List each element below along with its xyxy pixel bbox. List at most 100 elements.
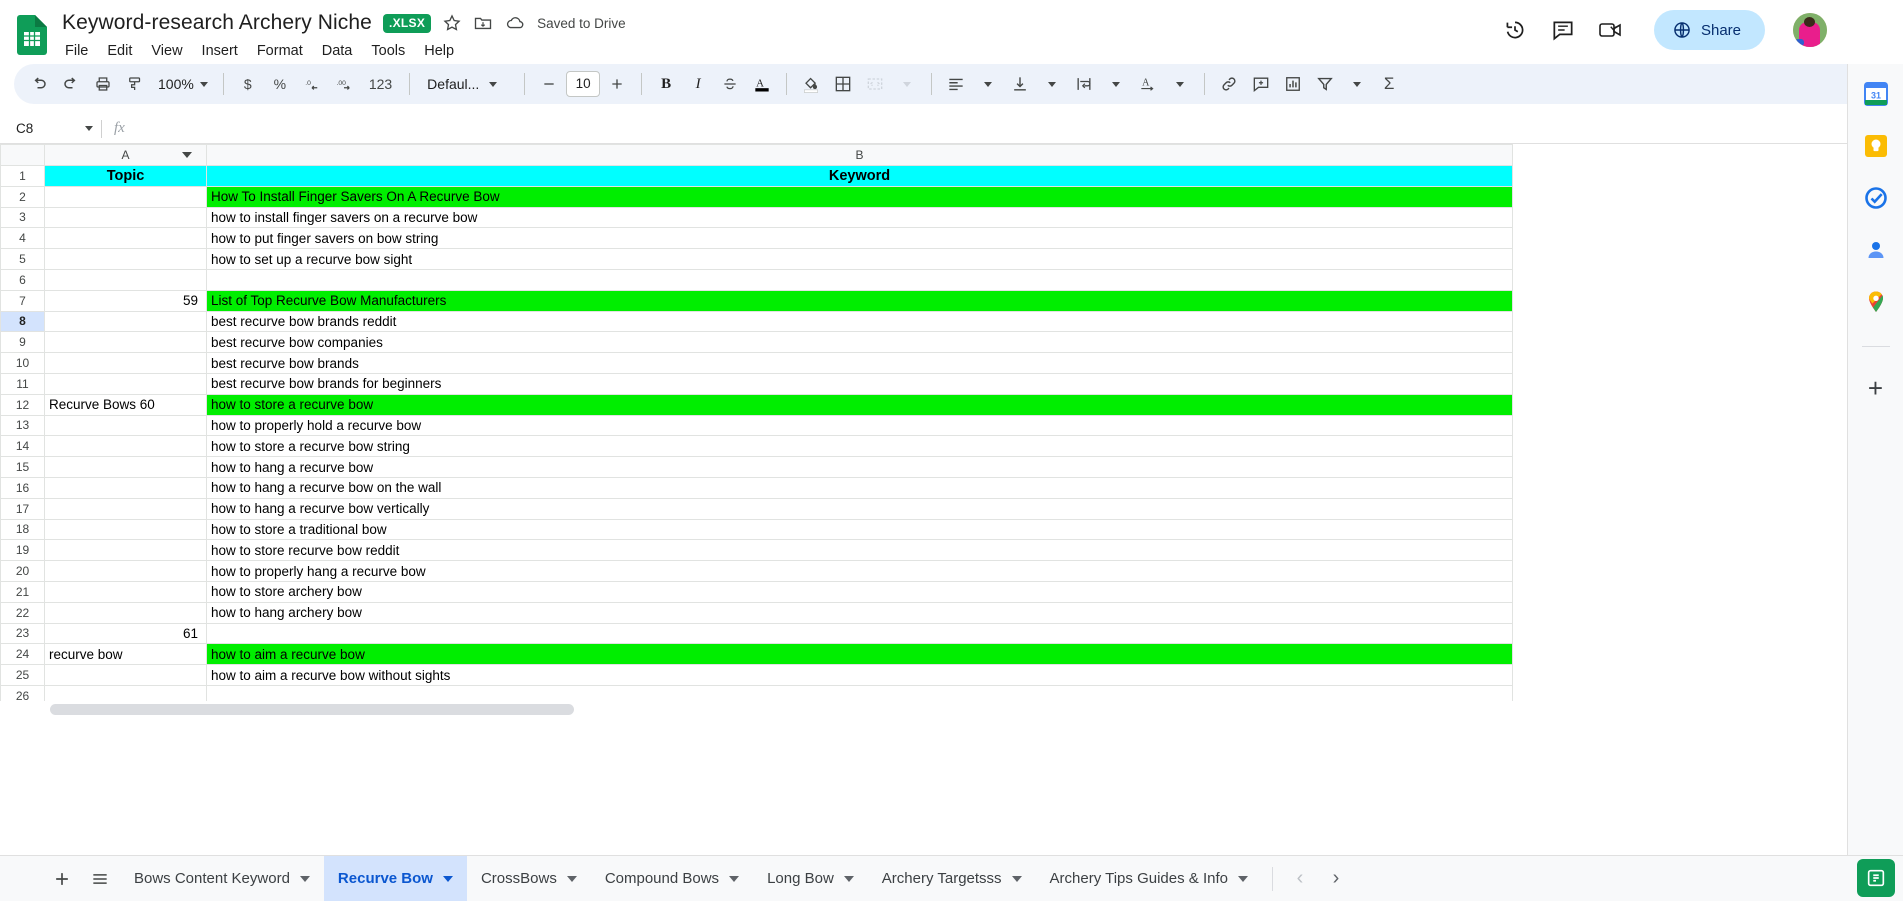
- cell-b8[interactable]: best recurve bow brands reddit: [206, 310, 1513, 333]
- row-header[interactable]: 16: [0, 476, 45, 499]
- menu-tools[interactable]: Tools: [362, 40, 414, 62]
- cell-a1[interactable]: Topic: [44, 165, 207, 187]
- cell-b9[interactable]: best recurve bow companies: [206, 331, 1513, 354]
- increase-font-size-button[interactable]: [602, 69, 632, 99]
- row-header[interactable]: 15: [0, 456, 45, 478]
- sheet-tab-crossbows[interactable]: CrossBows: [467, 856, 591, 901]
- cell-a20[interactable]: [44, 560, 207, 582]
- google-tasks-icon[interactable]: [1862, 184, 1890, 212]
- horizontal-scrollbar[interactable]: ◀ ▶: [0, 701, 1903, 717]
- increase-decimal-button[interactable]: .00: [329, 69, 359, 99]
- google-keep-icon[interactable]: [1862, 132, 1890, 160]
- cell-a26[interactable]: [44, 684, 207, 701]
- row-header[interactable]: 4: [0, 227, 45, 250]
- percent-format-button[interactable]: %: [265, 69, 295, 99]
- insert-link-icon[interactable]: [1214, 69, 1244, 99]
- decrease-font-size-button[interactable]: [534, 69, 564, 99]
- menu-edit[interactable]: Edit: [98, 40, 141, 62]
- explore-button[interactable]: [1857, 859, 1895, 897]
- row-header[interactable]: 24: [0, 643, 45, 666]
- row-header[interactable]: 7: [0, 289, 45, 312]
- functions-button[interactable]: Σ: [1374, 69, 1404, 99]
- cell-a19[interactable]: [44, 539, 207, 562]
- cell-a3[interactable]: [44, 206, 207, 229]
- previous-sheets-arrow-icon[interactable]: ‹: [1283, 862, 1317, 896]
- sheet-tab-archery-targetsss[interactable]: Archery Targetsss: [868, 856, 1036, 901]
- zoom-selector[interactable]: 100%: [152, 76, 214, 92]
- sheet-tab-chevron-down-icon[interactable]: [729, 875, 740, 882]
- currency-format-button[interactable]: $: [233, 69, 263, 99]
- cell-b12[interactable]: how to store a recurve bow: [206, 393, 1513, 416]
- cell-b16[interactable]: how to hang a recurve bow on the wall: [206, 476, 1513, 499]
- row-header[interactable]: 23: [0, 622, 45, 645]
- align-chevron-down-icon[interactable]: [973, 69, 1003, 99]
- cell-b11[interactable]: best recurve bow brands for beginners: [206, 372, 1513, 395]
- row-header[interactable]: 3: [0, 206, 45, 229]
- cell-b17[interactable]: how to hang a recurve bow vertically: [206, 497, 1513, 520]
- name-box[interactable]: C8: [6, 121, 101, 136]
- menu-format[interactable]: Format: [248, 40, 312, 62]
- more-formats-button[interactable]: 123: [361, 69, 400, 99]
- cell-b4[interactable]: how to put finger savers on bow string: [206, 227, 1513, 250]
- undo-icon[interactable]: [24, 69, 54, 99]
- google-calendar-icon[interactable]: 31: [1862, 80, 1890, 108]
- cell-a9[interactable]: [44, 331, 207, 354]
- cell-a7[interactable]: 59: [44, 289, 207, 312]
- row-header[interactable]: 19: [0, 539, 45, 562]
- cell-a8[interactable]: [44, 310, 207, 333]
- cell-a22[interactable]: [44, 601, 207, 624]
- cell-a23[interactable]: 61: [44, 622, 207, 645]
- cell-b5[interactable]: how to set up a recurve bow sight: [206, 248, 1513, 270]
- column-header-b[interactable]: B: [206, 144, 1513, 166]
- sheet-tab-chevron-down-icon[interactable]: [1011, 875, 1022, 882]
- borders-button[interactable]: [828, 69, 858, 99]
- redo-icon[interactable]: [56, 69, 86, 99]
- cell-b10[interactable]: best recurve bow brands: [206, 352, 1513, 374]
- row-header[interactable]: 14: [0, 435, 45, 458]
- font-family-selector[interactable]: Defaul...: [419, 76, 515, 92]
- cell-a2[interactable]: [44, 185, 207, 208]
- cell-a10[interactable]: [44, 352, 207, 374]
- cell-a12[interactable]: Recurve Bows 60: [44, 393, 207, 416]
- comments-icon[interactable]: [1550, 17, 1576, 43]
- meet-camera-icon[interactable]: [1598, 19, 1628, 41]
- sheet-tab-long-bow[interactable]: Long Bow: [753, 856, 868, 901]
- cell-b7[interactable]: List of Top Recurve Bow Manufacturers: [206, 289, 1513, 312]
- text-rotation-button[interactable]: A: [1133, 69, 1163, 99]
- bold-button[interactable]: B: [651, 69, 681, 99]
- row-header[interactable]: 9: [0, 331, 45, 354]
- sheet-tab-recurve-bow[interactable]: Recurve Bow: [323, 855, 467, 901]
- row-header[interactable]: 12: [0, 393, 45, 416]
- row-header[interactable]: 13: [0, 414, 45, 437]
- rotation-chevron-down-icon[interactable]: [1165, 69, 1195, 99]
- select-all-corner[interactable]: [0, 144, 45, 166]
- font-size-input[interactable]: 10: [566, 71, 601, 97]
- user-avatar[interactable]: [1793, 13, 1827, 47]
- row-header[interactable]: 10: [0, 352, 45, 374]
- cell-a15[interactable]: [44, 456, 207, 478]
- cell-b15[interactable]: how to hang a recurve bow: [206, 456, 1513, 478]
- cell-b1[interactable]: Keyword: [206, 165, 1513, 187]
- google-maps-icon[interactable]: [1862, 288, 1890, 316]
- sheet-tab-compound-bows[interactable]: Compound Bows: [591, 856, 753, 901]
- cell-b18[interactable]: how to store a traditional bow: [206, 518, 1513, 541]
- all-sheets-menu-button[interactable]: [82, 861, 118, 897]
- add-on-plus-icon[interactable]: +: [1868, 375, 1883, 401]
- insert-chart-icon[interactable]: [1278, 69, 1308, 99]
- menu-insert[interactable]: Insert: [193, 40, 247, 62]
- cell-a16[interactable]: [44, 476, 207, 499]
- cell-b6[interactable]: [206, 268, 1513, 291]
- row-header[interactable]: 5: [0, 248, 45, 270]
- cell-a4[interactable]: [44, 227, 207, 250]
- cell-b24[interactable]: how to aim a recurve bow: [206, 643, 1513, 666]
- move-to-folder-icon[interactable]: [473, 13, 493, 33]
- row-header[interactable]: 8: [0, 310, 45, 333]
- sheet-tab-chevron-down-icon[interactable]: [1237, 875, 1248, 882]
- menu-help[interactable]: Help: [415, 40, 463, 62]
- insert-comment-icon[interactable]: [1246, 69, 1276, 99]
- column-header-a[interactable]: A: [44, 144, 207, 166]
- sheet-tab-chevron-down-icon[interactable]: [843, 875, 854, 882]
- text-wrapping-button[interactable]: [1069, 69, 1099, 99]
- print-icon[interactable]: [88, 69, 118, 99]
- cell-a14[interactable]: [44, 435, 207, 458]
